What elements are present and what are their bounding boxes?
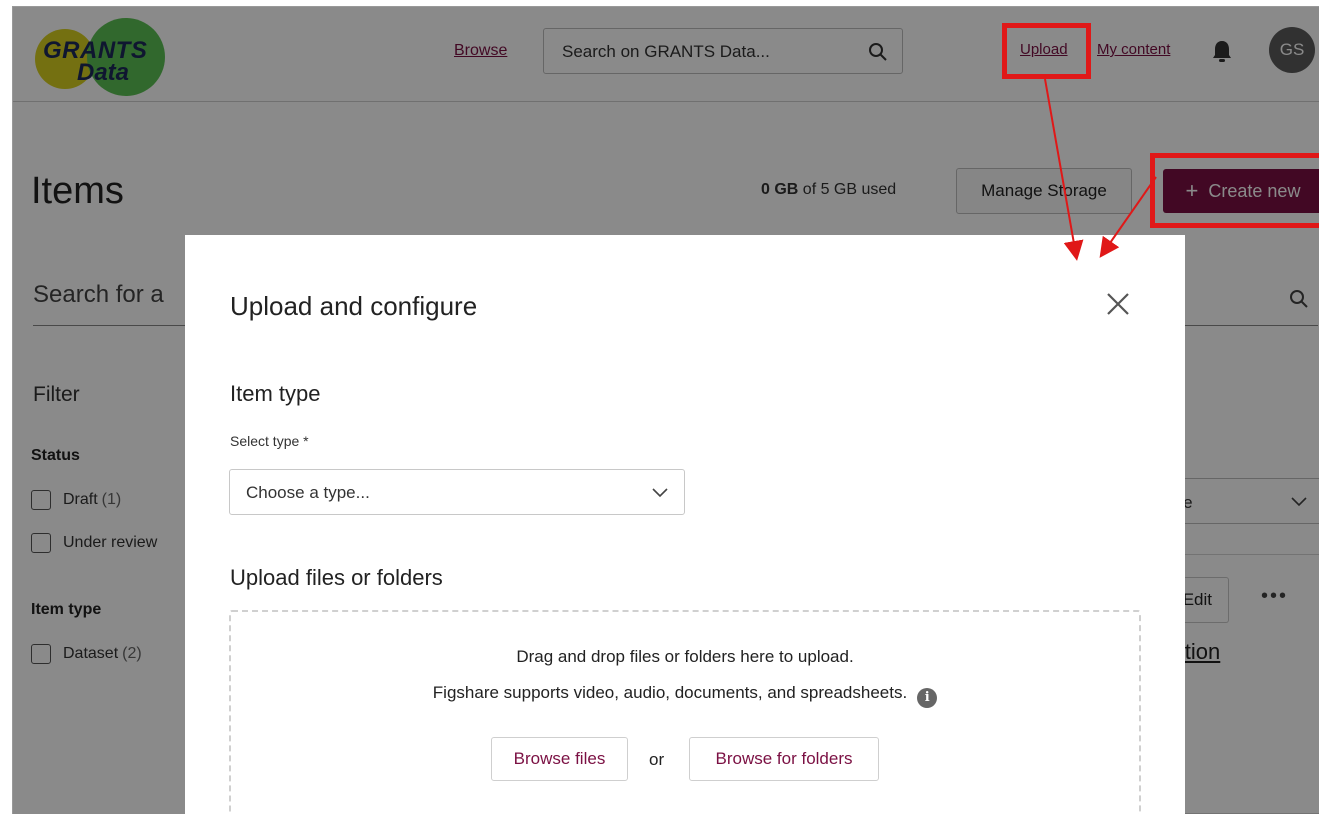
annotation-arrows — [1044, 78, 1157, 261]
arrow-from-create-new — [1099, 176, 1157, 258]
app-window: GRANTS Data Browse Search on GRANTS Data… — [12, 6, 1319, 814]
arrow-from-upload — [1044, 78, 1084, 261]
